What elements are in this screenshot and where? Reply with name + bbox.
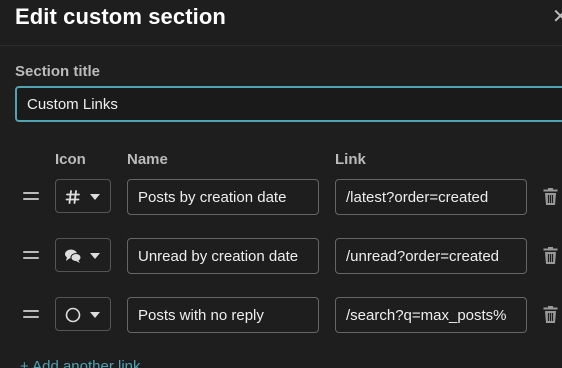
icon-picker[interactable] <box>55 179 111 213</box>
link-row <box>0 238 562 274</box>
comments-icon <box>64 247 82 265</box>
link-name-input[interactable] <box>127 238 319 274</box>
link-row <box>0 179 562 215</box>
column-header-link: Link <box>335 151 366 168</box>
chevron-down-icon <box>90 312 100 318</box>
icon-picker[interactable] <box>55 297 111 331</box>
link-url-input[interactable] <box>335 238 527 274</box>
modal-title: Edit custom section <box>15 4 226 29</box>
chevron-down-icon <box>90 253 100 259</box>
chevron-down-icon <box>90 194 100 200</box>
hashtag-icon <box>64 188 82 206</box>
trash-icon[interactable] <box>543 188 558 206</box>
header-divider <box>0 45 562 46</box>
section-title-input[interactable] <box>15 86 562 122</box>
circle-icon <box>64 306 82 324</box>
trash-icon[interactable] <box>543 306 558 324</box>
column-header-icon: Icon <box>55 151 86 168</box>
drag-handle-icon[interactable] <box>23 192 39 202</box>
close-icon[interactable]: ✕ <box>552 7 562 29</box>
icon-picker[interactable] <box>55 238 111 272</box>
column-header-name: Name <box>127 151 168 168</box>
drag-handle-icon[interactable] <box>23 310 39 320</box>
link-url-input[interactable] <box>335 179 527 215</box>
section-title-label: Section title <box>15 63 101 80</box>
link-url-input[interactable] <box>335 297 527 333</box>
link-name-input[interactable] <box>127 297 319 333</box>
add-another-link-button[interactable]: + Add another link <box>20 358 141 368</box>
link-row <box>0 297 562 333</box>
link-name-input[interactable] <box>127 179 319 215</box>
drag-handle-icon[interactable] <box>23 251 39 261</box>
trash-icon[interactable] <box>543 247 558 265</box>
